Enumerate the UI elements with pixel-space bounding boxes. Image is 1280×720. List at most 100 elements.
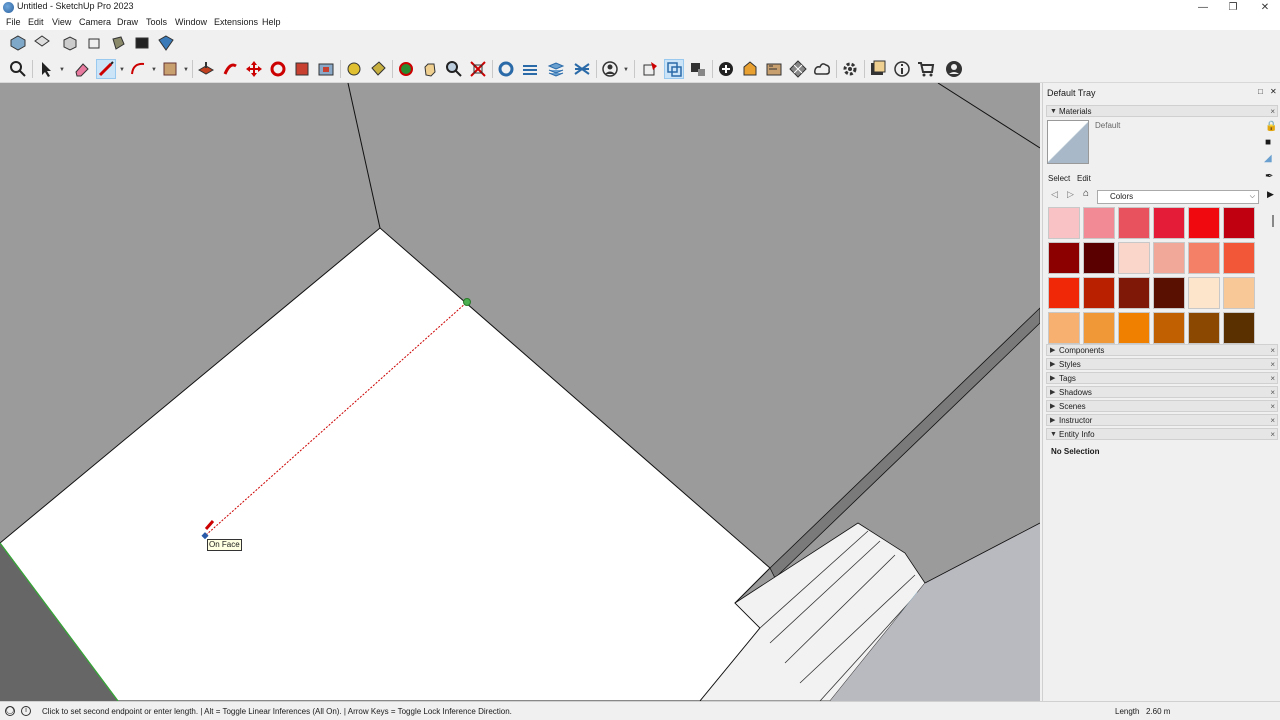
search-icon[interactable] <box>8 59 28 79</box>
eyedropper-icon[interactable]: ✒ <box>1265 171 1273 182</box>
create-material-icon[interactable]: 🔒 <box>1265 121 1277 132</box>
bottom-view-icon[interactable] <box>156 33 176 53</box>
color-swatch[interactable] <box>1188 277 1220 309</box>
color-swatch[interactable] <box>1153 242 1185 274</box>
collection-dropdown[interactable]: Colors ⌵ <box>1097 190 1259 204</box>
home-icon[interactable]: ⌂ <box>1083 188 1089 199</box>
color-swatch[interactable] <box>1083 312 1115 344</box>
shadows-icon[interactable] <box>740 59 760 79</box>
sample-icon[interactable]: ◢ <box>1264 153 1272 164</box>
add-location-icon[interactable] <box>716 59 736 79</box>
left-view-icon[interactable] <box>132 33 152 53</box>
color-swatch[interactable] <box>1083 207 1115 239</box>
menu-edit[interactable]: Edit <box>28 17 44 27</box>
measurements-box[interactable]: 2.60 m <box>1146 707 1170 716</box>
info-icon[interactable] <box>892 59 912 79</box>
profile-icon[interactable] <box>944 59 964 79</box>
paint-icon[interactable]: ■ <box>1265 137 1271 148</box>
color-swatch[interactable] <box>1153 312 1185 344</box>
color-swatch[interactable] <box>1048 312 1080 344</box>
menu-extensions[interactable]: Extensions <box>214 17 258 27</box>
back-arrow-icon[interactable]: ◁ <box>1051 189 1058 200</box>
menu-draw[interactable]: Draw <box>117 17 138 27</box>
instructor-panel-header[interactable]: ▶ Instructor × <box>1046 414 1278 426</box>
warehouse-icon[interactable] <box>496 59 516 79</box>
color-swatch[interactable] <box>1223 242 1255 274</box>
entity-info-panel-header[interactable]: ▼ Entity Info × <box>1046 428 1278 440</box>
color-swatch[interactable] <box>1083 277 1115 309</box>
panel-close-icon[interactable]: × <box>1270 106 1275 117</box>
move-icon[interactable] <box>244 59 264 79</box>
color-swatch[interactable] <box>1188 312 1220 344</box>
geo-location-icon[interactable]: ◯ <box>5 706 15 716</box>
shadows-panel-header[interactable]: ▶ Shadows × <box>1046 386 1278 398</box>
checker-icon[interactable] <box>788 59 808 79</box>
select-arrow-icon[interactable] <box>36 59 56 79</box>
tape-measure-icon[interactable] <box>344 59 364 79</box>
eraser-icon[interactable] <box>72 59 92 79</box>
color-swatch[interactable] <box>1118 242 1150 274</box>
offset-icon[interactable] <box>316 59 336 79</box>
right-view-icon[interactable] <box>84 33 104 53</box>
color-swatch[interactable] <box>1048 277 1080 309</box>
solid-tools-icon[interactable] <box>640 59 660 79</box>
line-pencil-icon[interactable] <box>96 59 116 79</box>
close-button[interactable]: ✕ <box>1250 0 1280 15</box>
color-swatch[interactable] <box>1188 242 1220 274</box>
component-options-icon[interactable] <box>664 59 684 79</box>
cart-icon[interactable] <box>916 59 936 79</box>
color-swatch[interactable] <box>1048 207 1080 239</box>
extension-settings-icon[interactable] <box>840 59 860 79</box>
account-icon[interactable] <box>600 59 620 79</box>
back-view-icon[interactable] <box>108 33 128 53</box>
menu-camera[interactable]: Camera <box>79 17 111 27</box>
follow-me-icon[interactable] <box>220 59 240 79</box>
material-preview[interactable] <box>1047 120 1089 164</box>
menu-file[interactable]: File <box>6 17 21 27</box>
layout-send-icon[interactable] <box>868 59 888 79</box>
color-swatch[interactable] <box>1223 277 1255 309</box>
color-swatch[interactable] <box>1188 207 1220 239</box>
menu-tools[interactable]: Tools <box>146 17 167 27</box>
menu-view[interactable]: View <box>52 17 71 27</box>
components-panel-header[interactable]: ▶ Components × <box>1046 344 1278 356</box>
pan-icon[interactable] <box>420 59 440 79</box>
pin-icon[interactable]: □ <box>1258 87 1263 96</box>
layers-icon[interactable] <box>546 59 566 79</box>
model-viewport[interactable]: On Face <box>0 83 1040 701</box>
details-arrow-icon[interactable]: ▶ <box>1267 189 1274 200</box>
sections-icon[interactable] <box>520 59 540 79</box>
instructor-toggle-icon[interactable]: i <box>21 706 31 716</box>
top-view-icon[interactable] <box>32 33 52 53</box>
styles-panel-header[interactable]: ▶ Styles × <box>1046 358 1278 370</box>
tags-panel-header[interactable]: ▶ Tags × <box>1046 372 1278 384</box>
color-swatch[interactable] <box>1118 312 1150 344</box>
color-swatch[interactable] <box>1048 242 1080 274</box>
scale-icon[interactable] <box>292 59 312 79</box>
menu-help[interactable]: Help <box>262 17 281 27</box>
materials-panel-header[interactable]: ▼ Materials × <box>1046 105 1278 117</box>
iso-view-icon[interactable] <box>8 33 28 53</box>
tab-select[interactable]: Select <box>1048 174 1070 183</box>
tab-edit[interactable]: Edit <box>1077 174 1091 183</box>
scenes-panel-header[interactable]: ▶ Scenes × <box>1046 400 1278 412</box>
front-view-icon[interactable] <box>60 33 80 53</box>
color-swatch[interactable] <box>1153 277 1185 309</box>
tray-close-icon[interactable]: ✕ <box>1270 87 1277 96</box>
section-plane-icon[interactable] <box>572 59 592 79</box>
maximize-button[interactable]: ❐ <box>1218 0 1248 15</box>
forward-arrow-icon[interactable]: ▷ <box>1067 189 1074 200</box>
zoom-extents-icon[interactable] <box>468 59 488 79</box>
zoom-icon[interactable] <box>444 59 464 79</box>
rotate-icon[interactable] <box>268 59 288 79</box>
menu-window[interactable]: Window <box>175 17 207 27</box>
color-swatch[interactable] <box>1153 207 1185 239</box>
orbit-icon[interactable] <box>396 59 416 79</box>
cloud-upload-icon[interactable] <box>812 59 832 79</box>
minimize-button[interactable]: — <box>1188 0 1218 15</box>
outliner-icon[interactable] <box>688 59 708 79</box>
color-swatch[interactable] <box>1118 277 1150 309</box>
rectangle-icon[interactable] <box>160 59 180 79</box>
color-swatch[interactable] <box>1223 312 1255 344</box>
paint-bucket-icon[interactable] <box>368 59 388 79</box>
